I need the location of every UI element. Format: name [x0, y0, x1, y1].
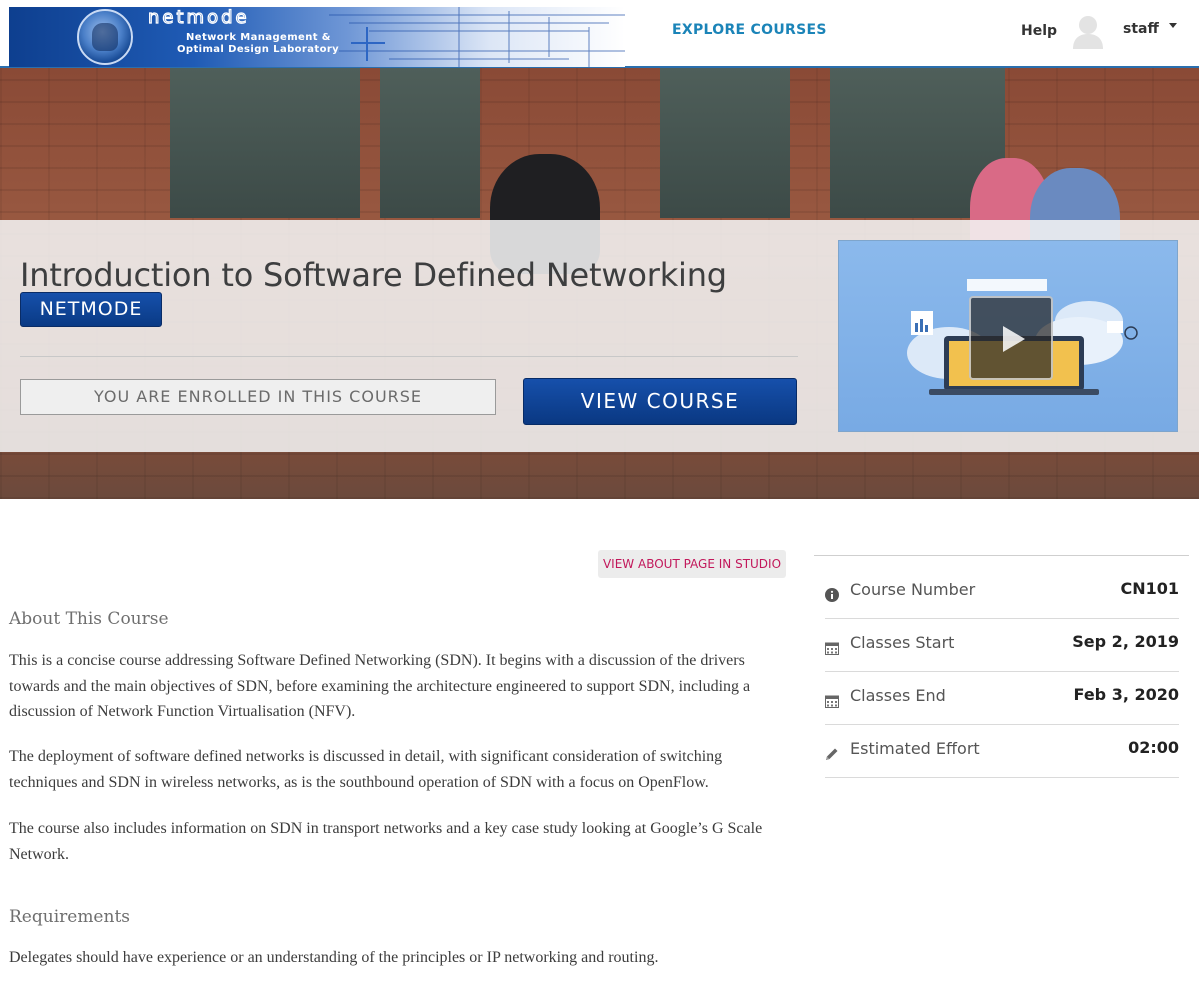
logo-subtitle-line1: Network Management & — [186, 32, 331, 43]
university-seal-icon — [77, 9, 133, 65]
classes-end-value: Feb 3, 2020 — [1073, 685, 1179, 704]
site-header: netmode Network Management & Optimal Des… — [0, 0, 1199, 68]
classes-start-row: Classes Start Sep 2, 2019 — [825, 619, 1179, 672]
play-icon[interactable] — [969, 296, 1053, 380]
course-number-value: CN101 — [1120, 579, 1179, 598]
help-link[interactable]: Help — [1021, 23, 1057, 39]
classes-end-row: Classes End Feb 3, 2020 — [825, 672, 1179, 725]
view-in-studio-button[interactable]: VIEW ABOUT PAGE IN STUDIO — [598, 550, 786, 578]
course-title: Introduction to Software Defined Network… — [20, 256, 727, 294]
course-number-label: Course Number — [850, 580, 976, 599]
sidebar-divider — [814, 555, 1189, 556]
info-icon — [825, 588, 839, 602]
panel-divider — [20, 356, 798, 357]
explore-courses-link[interactable]: EXPLORE COURSES — [672, 22, 827, 38]
calendar-icon — [825, 642, 839, 655]
about-paragraph: This is a concise course addressing Soft… — [9, 652, 751, 720]
calendar-icon — [825, 695, 839, 708]
about-paragraph: The deployment of software defined netwo… — [9, 748, 723, 791]
requirements-heading: Requirements — [9, 907, 131, 927]
chevron-down-icon[interactable] — [1169, 23, 1177, 28]
netmode-logo[interactable]: netmode Network Management & Optimal Des… — [9, 7, 625, 67]
background-window — [380, 68, 480, 218]
requirements-text: Delegates should have experience or an u… — [9, 949, 659, 966]
organization-badge: NETMODE — [20, 292, 162, 327]
svg-text:netmode: netmode — [148, 8, 250, 26]
background-window — [170, 68, 360, 218]
estimated-effort-row: Estimated Effort 02:00 — [825, 725, 1179, 778]
about-heading: About This Course — [9, 609, 169, 629]
classes-start-label: Classes Start — [850, 633, 955, 652]
estimated-effort-value: 02:00 — [1128, 738, 1179, 757]
classes-end-label: Classes End — [850, 686, 946, 705]
course-video-thumbnail[interactable] — [838, 240, 1178, 432]
classes-start-value: Sep 2, 2019 — [1072, 632, 1179, 651]
view-course-button[interactable]: VIEW COURSE — [523, 378, 797, 425]
about-paragraph: The course also includes information on … — [9, 820, 763, 863]
estimated-effort-label: Estimated Effort — [850, 739, 980, 758]
course-summary-panel: Introduction to Software Defined Network… — [0, 220, 1199, 452]
netmode-wordmark: netmode — [147, 8, 250, 26]
user-menu-username[interactable]: staff — [1123, 21, 1159, 37]
enrolled-status: YOU ARE ENROLLED IN THIS COURSE — [20, 379, 496, 415]
user-avatar-icon[interactable] — [1071, 13, 1105, 49]
logo-subtitle-line2: Optimal Design Laboratory — [177, 44, 340, 55]
background-window — [660, 68, 790, 218]
course-hero: Introduction to Software Defined Network… — [0, 68, 1199, 499]
pencil-icon — [826, 748, 838, 760]
course-number-row: Course Number CN101 — [825, 566, 1179, 619]
